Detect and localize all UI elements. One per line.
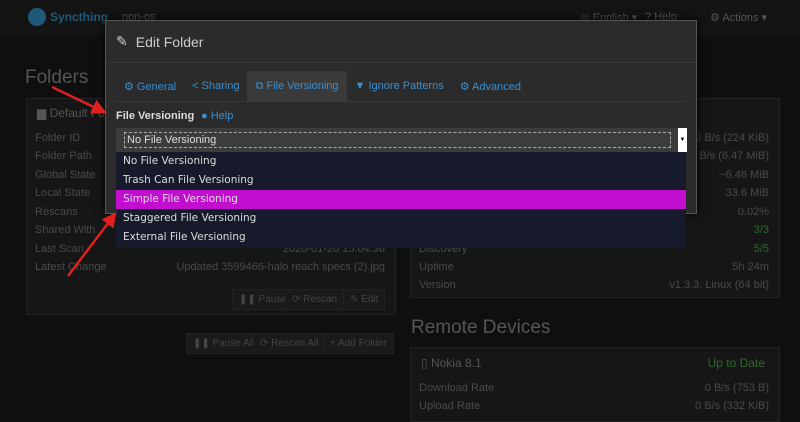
arrow-icon: [67, 212, 117, 277]
arrow-icon: [51, 85, 107, 114]
annotation-arrows: [51, 85, 117, 277]
